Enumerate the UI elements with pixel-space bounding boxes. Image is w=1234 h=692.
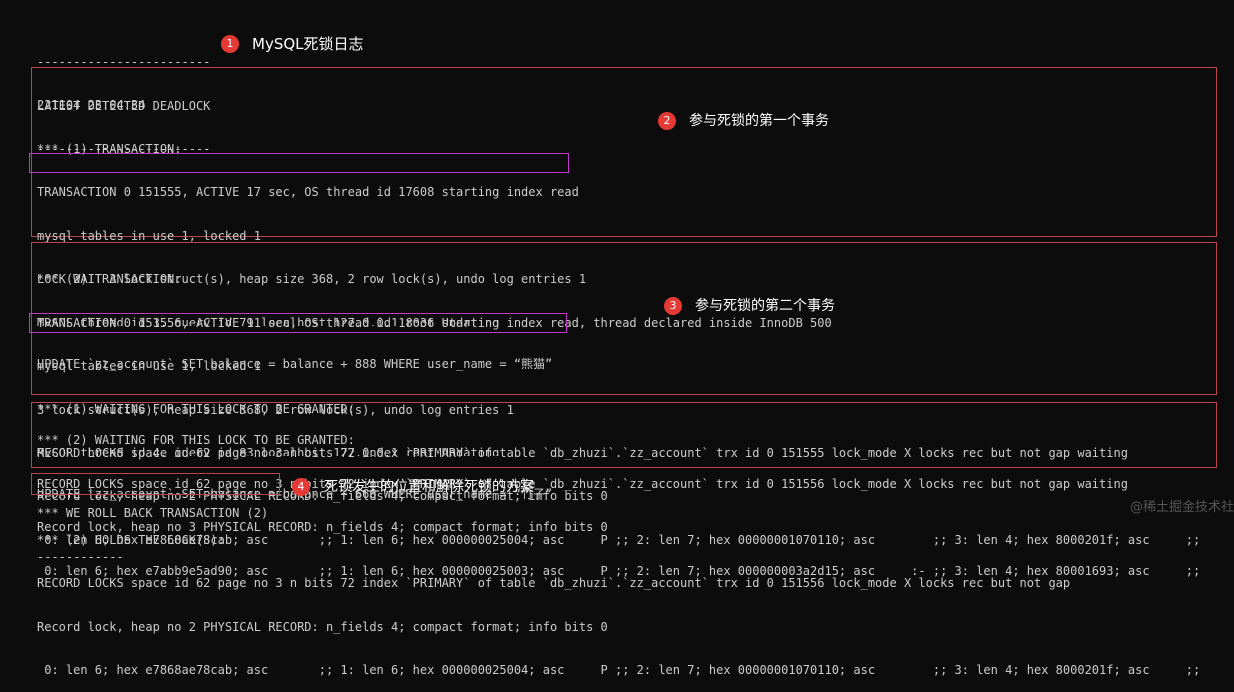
log-line: TRANSACTION 0 151555, ACTIVE 17 sec, OS … xyxy=(37,185,579,199)
log-line: Record lock, heap no 2 PHYSICAL RECORD: … xyxy=(37,619,608,634)
log-line: 0: len 6; hex e7868ae78cab; asc ;; 1: le… xyxy=(37,663,1201,677)
annotation-badge-4: 4 xyxy=(292,478,310,496)
log-line: 221104 23:04:34 xyxy=(37,98,146,112)
log-line: mysql tables in use 1, locked 1 xyxy=(37,228,261,243)
rollback-line: *** WE ROLL BACK TRANSACTION (2) xyxy=(37,506,269,520)
update-statement-2-highlight xyxy=(29,313,567,333)
annotation-note-4: 死锁发生的位置和解除死锁的方案 xyxy=(324,479,534,495)
annotation-badge-3: 3 xyxy=(664,297,682,315)
log-line: *** (2) WAITING FOR THIS LOCK TO BE GRAN… xyxy=(37,433,355,447)
footer-separator: ------------ xyxy=(37,549,124,564)
annotation-note-3: 参与死锁的第二个事务 xyxy=(695,298,835,314)
rollback-log: *** WE ROLL BACK TRANSACTION (2) -------… xyxy=(37,477,268,579)
watermark: @稀土掘金技术社区 xyxy=(1130,500,1234,515)
annotation-note-1: MySQL死锁日志 xyxy=(252,35,364,53)
log-line: mysql tables in use 1, locked 1 xyxy=(37,359,261,373)
log-line: *** (2) TRANSACTION: xyxy=(37,272,182,286)
annotation-note-2: 参与死锁的第一个事务 xyxy=(689,113,829,129)
update-statement-1-highlight xyxy=(29,153,569,173)
annotation-badge-2: 2 xyxy=(658,112,676,130)
annotation-badge-1: 1 xyxy=(221,35,239,53)
